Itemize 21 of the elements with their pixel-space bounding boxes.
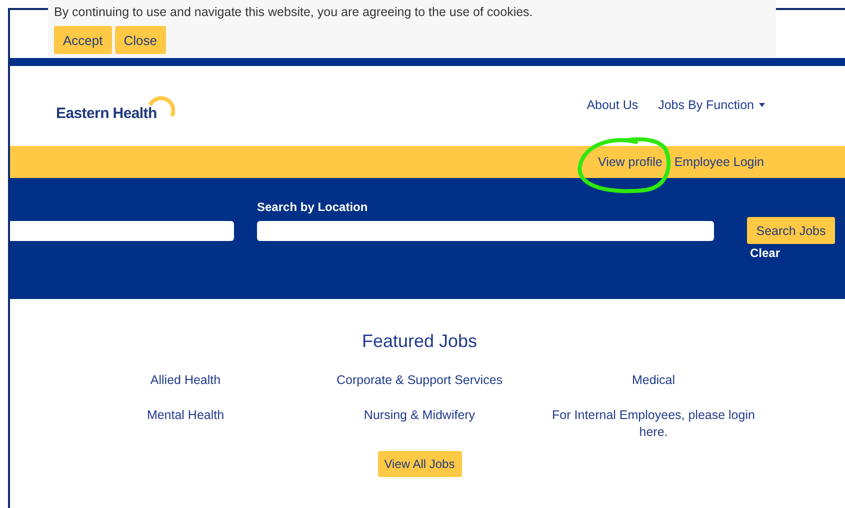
search-button[interactable]: Search Jobs: [747, 217, 835, 244]
field-label: Search by Location: [257, 200, 369, 214]
job-category-link[interactable]: Mental Health: [78, 407, 293, 441]
job-category-link[interactable]: Nursing & Midwifery: [312, 407, 527, 441]
job-category-link[interactable]: Corporate & Support Services: [312, 372, 527, 389]
nav-link[interactable]: About Us: [586, 98, 638, 112]
cookie-button[interactable]: Close: [114, 26, 166, 54]
job-category-link[interactable]: For Internal Employees, please login here.: [546, 407, 761, 441]
clear-link[interactable]: Clear: [750, 246, 835, 260]
cookie-message: By continuing to use and navigate this website, you are agreeing to the use of cookies.: [54, 5, 533, 19]
keyword-field[interactable]: [10, 221, 234, 241]
view-all-button[interactable]: View All Jobs: [378, 451, 462, 477]
job-category-link[interactable]: Allied Health: [78, 372, 293, 389]
cookie-button[interactable]: Accept: [54, 26, 112, 54]
utility-link[interactable]: Employee Login: [674, 155, 764, 169]
location-field[interactable]: [257, 221, 714, 241]
section-title: Featured Jobs: [362, 331, 478, 352]
utility-link[interactable]: View profile: [598, 155, 662, 169]
job-category-link[interactable]: Medical: [546, 372, 761, 389]
nav-link[interactable]: Jobs By Function: [658, 98, 765, 112]
logo[interactable]: Eastern Health: [56, 96, 175, 122]
